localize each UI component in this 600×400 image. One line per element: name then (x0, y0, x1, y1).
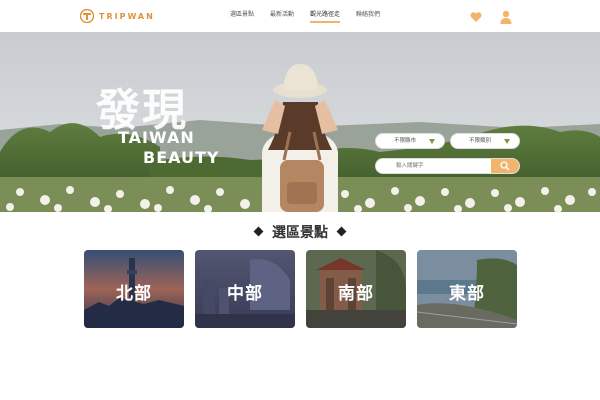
hero-background-image (0, 32, 600, 212)
hero-subtitle-line1: TAIWAN (118, 128, 195, 147)
chevron-down-icon (504, 139, 510, 144)
nav-item-routes[interactable]: 觀光路徑走 (302, 11, 348, 23)
diamond-icon (336, 226, 347, 237)
city-select-value: 不限縣市 (394, 138, 417, 144)
region-label-north: 北部 (116, 284, 152, 304)
search-input[interactable] (376, 159, 494, 173)
chevron-down-icon (429, 139, 435, 144)
search-bar (375, 158, 520, 174)
nav-item-contact[interactable]: 聯絡我們 (348, 11, 388, 23)
main-nav: 選區景點 最新活動 觀光路徑走 聯絡我們 (222, 11, 388, 23)
nav-item-events[interactable]: 最新活動 (262, 11, 302, 23)
region-card-north[interactable]: 北部 (84, 250, 184, 328)
user-icon[interactable] (500, 10, 512, 24)
region-label-east: 東部 (449, 284, 485, 304)
search-button[interactable] (491, 159, 519, 173)
heart-icon[interactable] (470, 12, 482, 22)
search-icon (500, 161, 510, 171)
region-card-central[interactable]: 中部 (195, 250, 295, 328)
regions-heading: 選區景點 (0, 222, 600, 242)
brand-name: TRIPWAN (99, 11, 155, 21)
hero-banner: 發現 TAIWAN BEAUTY 不限縣市 不限類別 (0, 32, 600, 212)
top-header: TRIPWAN 選區景點 最新活動 觀光路徑走 聯絡我們 (0, 0, 600, 32)
category-select-value: 不限類別 (469, 138, 492, 144)
city-select[interactable]: 不限縣市 (375, 133, 445, 149)
regions-heading-text: 選區景點 (272, 225, 328, 241)
region-card-east[interactable]: 東部 (417, 250, 517, 328)
region-label-central: 中部 (227, 284, 263, 304)
brand-logo[interactable]: TRIPWAN (80, 9, 155, 23)
logo-mark-icon (80, 9, 94, 23)
nav-item-spots[interactable]: 選區景點 (222, 11, 262, 23)
hero-subtitle-line2: BEAUTY (143, 148, 220, 167)
diamond-icon (253, 226, 264, 237)
region-card-south[interactable]: 南部 (306, 250, 406, 328)
category-select[interactable]: 不限類別 (450, 133, 520, 149)
region-label-south: 南部 (338, 284, 374, 304)
